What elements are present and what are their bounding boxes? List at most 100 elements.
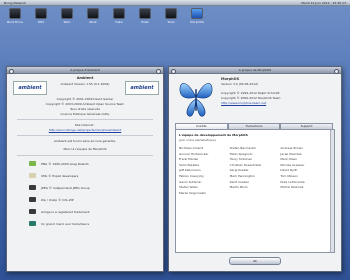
morphos-butterfly-icon	[179, 83, 213, 117]
credit-name: Mark Pennington	[229, 173, 255, 178]
credit-line: XML © Expat developers	[41, 174, 79, 178]
credit-name: Jeff Kleinmann	[179, 168, 201, 173]
ok-button[interactable]: Ok	[229, 257, 281, 265]
divider	[17, 119, 153, 120]
desktop-icon[interactable]: Prefs	[134, 8, 156, 24]
about-morphos-window[interactable]: A propos de MorphOS MorphOS Version 3.0 …	[168, 66, 342, 272]
credit-name: Andreas Brown	[280, 146, 303, 150]
credit-name: Sami Pekkala	[179, 162, 199, 167]
credit-name: Sergi Koebel	[229, 168, 249, 173]
credit-name: Martin Blom	[229, 185, 248, 190]
about-ambient-title: A propos d'Ambient	[70, 68, 100, 72]
ambient-license: Licence Publique Générale (GPL)	[60, 112, 110, 116]
divider	[17, 135, 153, 136]
divider	[17, 155, 153, 156]
credit-name: Gavin Sutterlin	[179, 179, 202, 184]
credit-name: Fabian Coeurjoly	[179, 173, 204, 178]
ambient-product-name: Ambient	[76, 76, 94, 80]
ambient-logo-left: ambient	[13, 81, 47, 95]
credit-name: Zsolt Czeizel	[229, 179, 249, 184]
desktop-icon-label: Prefs	[141, 20, 149, 24]
desktop-icon[interactable]: DH0	[30, 8, 52, 24]
credits-scrollbar[interactable]	[330, 130, 334, 252]
drive-icon	[35, 8, 47, 19]
credit-name: David Rydh	[280, 168, 298, 173]
desktop-icon[interactable]: Tools	[160, 8, 182, 24]
ambient-copyright-1: Copyright © 2001-2009 David Gerber	[56, 97, 114, 101]
drive-icon	[139, 8, 151, 19]
credit-logo-icon	[29, 197, 36, 202]
credit-name: Harry Sintonen	[229, 157, 253, 162]
credit-logo-icon	[29, 209, 36, 214]
ambient-version: Ambient Version 1.55 (9.1.2009)	[60, 82, 110, 86]
drive-icon	[165, 8, 177, 19]
desktop-icon[interactable]: Boot Drive	[4, 8, 26, 24]
morphos-product-name: MorphOS	[221, 77, 240, 81]
desktop-icon-label: Data	[115, 20, 123, 24]
ambient-copyright-2: Copyright © 2003-2009 Ambient Open Sourc…	[45, 102, 125, 106]
ambient-rights: Tous droits réservés	[70, 107, 100, 111]
credit-line: JPEG © Independent JPEG Group	[41, 186, 90, 190]
credit-name: Stefan Wiels	[179, 185, 198, 190]
credit-name: Tom Nilsson	[280, 173, 299, 178]
credit-name: Christian Rosentreter	[229, 162, 262, 167]
ambient-thanks: Merci à l'équipe de MorphOS	[63, 147, 107, 151]
credit-name: Frank Mariak	[179, 157, 199, 162]
credit-name: Gunnar Hinterecker	[179, 151, 209, 156]
credit-name: Nicholas Amend	[179, 146, 204, 150]
desktop-icon-label: Ram	[63, 20, 71, 24]
desktop-icon[interactable]: Data	[108, 8, 130, 24]
morphos-copyright-1: Copyright © 1999-2012 Ralph Schmidt	[221, 91, 280, 95]
credit-name	[230, 191, 277, 195]
morphos-version: Version 3.0 (09.06.2012)	[221, 82, 259, 86]
desktop-icon-label: MorphOS	[190, 20, 204, 24]
credits-names-grid: Nicholas Amend Stefan Bacciarelli Andreas …	[179, 146, 327, 195]
credit-logo-icon	[29, 221, 36, 226]
credit-name: Fabio Spagnolo	[229, 151, 253, 156]
credit-name: Stefan Bacciarelli	[229, 146, 256, 150]
desktop-icon-label: Work	[89, 20, 97, 24]
desktop-icon[interactable]: MorphOS	[186, 8, 208, 24]
morphos-website-link[interactable]: http://www.morphos-team.net	[221, 101, 266, 105]
drive-icon	[9, 8, 21, 19]
ambient-logo-right: ambient	[125, 81, 159, 95]
credit-logo-icon	[29, 161, 36, 166]
desktop-icon-label: Boot Drive	[7, 20, 23, 24]
screen-menubar[interactable]: Boing Network Mardi 12 Juin 2012 - 15:45…	[0, 0, 350, 6]
ambient-warranty: Ambient est fourni sans aucune garantie.	[53, 139, 117, 143]
morphos-copyright-2: Copyright © 2000-2012 MorphOS Team	[221, 96, 281, 100]
credit-name: Michal Wozniak	[280, 185, 304, 190]
depth-icon[interactable]	[334, 68, 339, 74]
credit-name	[280, 191, 327, 195]
credit-line: Un grand merci aux traducteurs	[41, 222, 90, 226]
desktop-icon[interactable]: Ram	[56, 8, 78, 24]
desktop-icon-label: Tools	[167, 20, 175, 24]
credit-line: PNG © 1995-2009 Greg Roelofs	[41, 162, 89, 166]
desktop-icon[interactable]: Work	[82, 8, 104, 24]
about-ambient-window[interactable]: A propos d'Ambient ambient ambient Ambie…	[6, 66, 164, 272]
credit-name: Mark Olsen	[280, 157, 298, 162]
ambient-website-label: Site internet :	[74, 123, 96, 127]
credit-line: Zip / Unzip © Info-ZIP	[41, 198, 74, 202]
about-ambient-titlebar[interactable]: A propos d'Ambient	[7, 67, 163, 74]
credits-heading: L'équipe de développement de MorphOS	[179, 133, 248, 137]
about-morphos-title: A propos de MorphOS	[238, 68, 272, 72]
morphos-icon	[191, 8, 203, 19]
ambient-website-link[interactable]: http://sourceforge.net/projects/morphosa…	[21, 128, 149, 132]
drive-icon	[61, 8, 73, 19]
drive-icon	[87, 8, 99, 19]
credit-line: Amiga is a registered trademark	[41, 210, 90, 214]
depth-icon[interactable]	[156, 68, 161, 74]
credits-subheading: (par ordre alphabétique)	[179, 138, 216, 142]
credit-name: Ilkka Lehtoranta	[280, 179, 305, 184]
desktop-icon-label: DH0	[37, 20, 45, 24]
credit-name: Jacek Piszczek	[280, 151, 302, 156]
credit-name: Nicolas Gressier	[280, 162, 305, 167]
credit-name: Marek Szyprowski	[179, 190, 206, 195]
credit-logo-icon	[29, 185, 36, 190]
menubar-clock: Mardi 12 Juin 2012 - 15:45:13	[301, 0, 346, 5]
menubar-app-title[interactable]: Boing Network	[4, 1, 26, 5]
credits-panel[interactable]: L'équipe de développement de MorphOS (pa…	[175, 129, 335, 253]
about-morphos-titlebar[interactable]: A propos de MorphOS	[169, 67, 341, 74]
drive-icon	[113, 8, 125, 19]
